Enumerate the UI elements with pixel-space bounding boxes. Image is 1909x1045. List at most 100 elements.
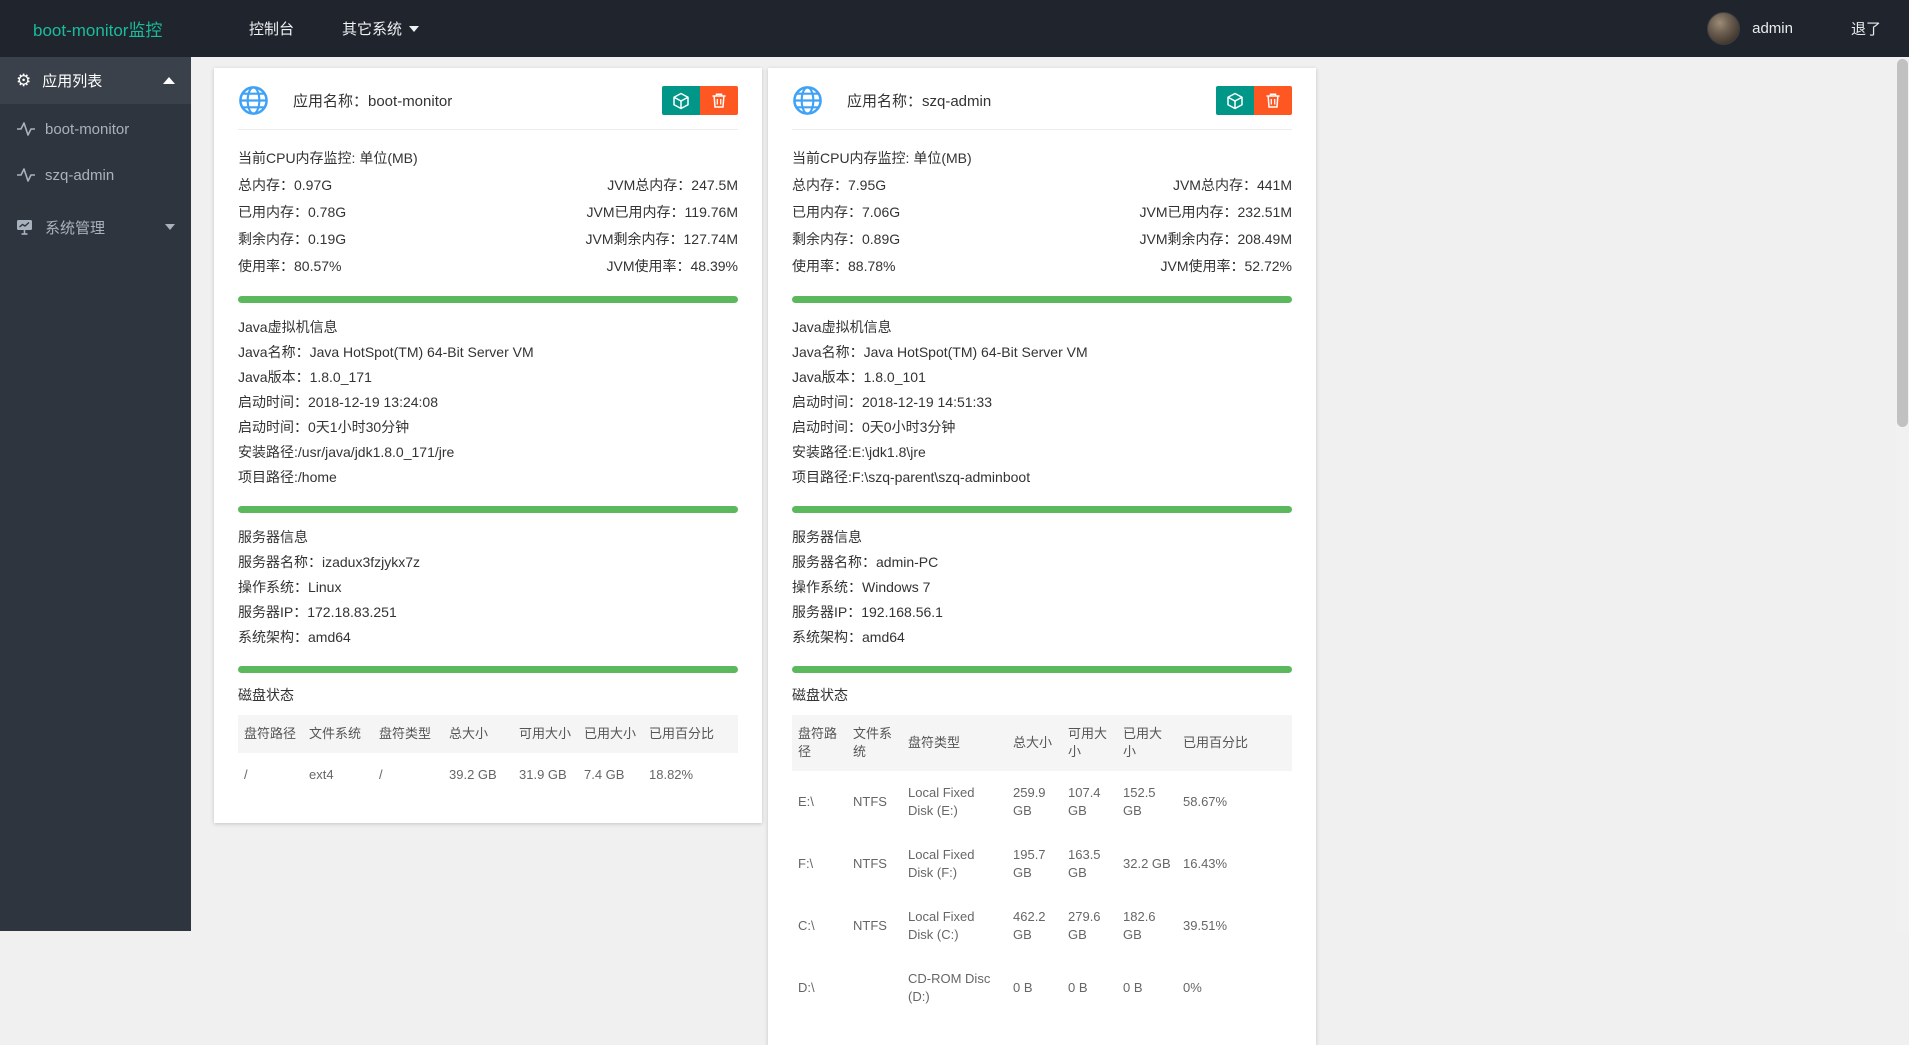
disk-table-row: F:\ NTFS Local Fixed Disk (F:) 195.7 GB 163.… xyxy=(792,833,1292,895)
cpu-memory-row: 剩余内存：0.89G JVM剩余内存：208.49M xyxy=(792,226,1292,253)
disk-table-cell: 58.67% xyxy=(1183,794,1228,809)
memory-usage-bar xyxy=(238,296,738,303)
disk-table-cell: 0% xyxy=(1183,980,1202,995)
jvm-info-line: Java版本：1.8.0_171 xyxy=(238,369,372,385)
app-name-title: 应用名称：boot-monitor xyxy=(293,93,453,110)
disk-table-header-row: 盘符路径 文件系统 盘符类型 总大小 可用大小 已用大小 已用百分比 xyxy=(238,715,738,753)
disk-column-header: 盘符类型 xyxy=(902,715,1007,771)
disk-table-cell: 279.6 GB xyxy=(1068,909,1101,942)
jvm-info-line: 项目路径:F:\szq-parent\szq-adminboot xyxy=(792,469,1031,485)
scrollbar-thumb[interactable] xyxy=(1897,59,1908,427)
sidebar: ⚙ 应用列表 boot-monitor szq-admin 系统管理 xyxy=(0,57,191,931)
top-navbar: boot-monitor监控 控制台 其它系统 admin 退了 xyxy=(0,0,1909,57)
delete-button[interactable] xyxy=(1254,86,1292,115)
app-brand[interactable]: boot-monitor监控 xyxy=(33,16,213,41)
disk-table-cell: 259.9 GB xyxy=(1013,785,1046,818)
server-info-line: 服务器IP：172.18.83.251 xyxy=(238,604,397,620)
sidebar-header-app-list[interactable]: ⚙ 应用列表 xyxy=(0,57,191,104)
jvm-metric: JVM总内存：441M xyxy=(1172,177,1292,193)
gear-icon: ⚙ xyxy=(16,70,32,90)
cpu-memory-row: 已用内存：7.06G JVM已用内存：232.51M xyxy=(792,199,1292,226)
logout-link[interactable]: 退了 xyxy=(1851,18,1881,39)
jvm-info-line: 启动时间：0天1小时30分钟 xyxy=(238,419,410,435)
disk-table-cell: 0 B xyxy=(1123,980,1143,995)
server-divider-bar xyxy=(238,666,738,673)
nav-menu: 控制台 其它系统 xyxy=(225,18,443,39)
app-name-title: 应用名称：szq-admin xyxy=(847,93,992,110)
sidebar-item-system-management[interactable]: 系统管理 xyxy=(0,206,191,248)
nav-item-console-label: 控制台 xyxy=(249,21,295,38)
server-info-line: 操作系统：Linux xyxy=(238,579,342,595)
cpu-memory-rows: 总内存：7.95G JVM总内存：441M 已用内存：7.06G JVM已用内存：23… xyxy=(792,172,1292,280)
jvm-info-line: Java名称：Java HotSpot(TM) 64-Bit Server VM xyxy=(238,344,534,360)
disk-table-cell xyxy=(847,957,902,1019)
pulse-icon xyxy=(17,122,35,136)
sidebar-item-label: boot-monitor xyxy=(45,120,130,138)
server-info-heading: 服务器信息 xyxy=(792,529,862,545)
cpu-memory-rows: 总内存：0.97G JVM总内存：247.5M 已用内存：0.78G JVM已用内存：… xyxy=(238,172,738,280)
memory-metric: 剩余内存：0.89G xyxy=(792,231,901,247)
avatar[interactable] xyxy=(1707,12,1741,45)
jvm-metric: JVM剩余内存：127.74M xyxy=(585,231,738,247)
disk-column-header: 文件系统 xyxy=(847,715,902,771)
server-info-line: 操作系统：Windows 7 xyxy=(792,579,931,595)
memory-metric: 总内存：0.97G xyxy=(238,177,333,193)
chevron-up-icon xyxy=(163,77,175,84)
nav-item-other-systems[interactable]: 其它系统 xyxy=(318,18,443,39)
deploy-button[interactable] xyxy=(662,86,700,115)
disk-table-cell: 195.7 GB xyxy=(1013,847,1046,880)
jvm-info-heading: Java虚拟机信息 xyxy=(238,319,338,335)
cpu-memory-heading: 当前CPU内存监控: 单位(MB) xyxy=(238,150,418,166)
jvm-metric: JVM使用率：48.39% xyxy=(606,258,738,274)
jvm-metric: JVM使用率：52.72% xyxy=(1160,258,1292,274)
disk-table-cell: Local Fixed Disk (C:) xyxy=(908,909,975,942)
disk-column-header: 已用百分比 xyxy=(1177,715,1292,771)
disk-column-header: 总大小 xyxy=(443,715,513,753)
disk-table-cell: NTFS xyxy=(853,794,887,809)
disk-status-heading: 磁盘状态 xyxy=(238,687,294,703)
sidebar-item-szq-admin[interactable]: szq-admin xyxy=(0,154,191,196)
jvm-metric: JVM已用内存：119.76M xyxy=(586,204,738,220)
server-info-line: 系统架构：amd64 xyxy=(238,629,351,645)
server-info-line: 服务器名称：admin-PC xyxy=(792,554,939,570)
disk-table-cell: NTFS xyxy=(853,918,887,933)
cpu-memory-row: 总内存：7.95G JVM总内存：441M xyxy=(792,172,1292,199)
disk-table-cell: 182.6 GB xyxy=(1123,909,1156,942)
disk-column-header: 已用大小 xyxy=(578,715,643,753)
globe-icon xyxy=(239,86,268,115)
server-info-line: 系统架构：amd64 xyxy=(792,629,905,645)
card-actions xyxy=(1216,86,1292,115)
disk-table-cell: Local Fixed Disk (E:) xyxy=(908,785,975,818)
disk-table-row: / ext4 / 39.2 GB 31.9 GB 7.4 GB 18.82% xyxy=(238,753,738,797)
delete-button[interactable] xyxy=(700,86,738,115)
jvm-metric: JVM已用内存：232.51M xyxy=(1139,204,1292,220)
username-label[interactable]: admin xyxy=(1752,20,1793,37)
card-actions xyxy=(662,86,738,115)
jvm-info-line: 启动时间：0天0小时3分钟 xyxy=(792,419,956,435)
disk-table-cell: 462.2 GB xyxy=(1013,909,1046,942)
cpu-memory-row: 使用率：88.78% JVM使用率：52.72% xyxy=(792,253,1292,280)
disk-table-header-row: 盘符路径 文件系统 盘符类型 总大小 可用大小 已用大小 已用百分比 xyxy=(792,715,1292,771)
app-monitor-card: 应用名称：szq-admin 当前CPU内存监控: 单位(MB) 总内存：7.9… xyxy=(768,68,1316,1045)
card-header: 应用名称：boot-monitor xyxy=(238,85,738,130)
disk-table-cell: Local Fixed Disk (F:) xyxy=(908,847,975,880)
disk-table-cell: 16.43% xyxy=(1183,856,1228,871)
trash-icon xyxy=(1266,93,1280,108)
main-content: 应用名称：boot-monitor 当前CPU内存监控: 单位(MB) 总内存：… xyxy=(191,57,1896,1045)
page-scrollbar[interactable] xyxy=(1896,57,1909,931)
memory-metric: 已用内存：0.78G xyxy=(238,204,347,220)
cube-icon xyxy=(673,92,689,109)
disk-column-header: 盘符类型 xyxy=(373,715,443,753)
deploy-button[interactable] xyxy=(1216,86,1254,115)
app-monitor-card: 应用名称：boot-monitor 当前CPU内存监控: 单位(MB) 总内存：… xyxy=(214,68,762,823)
jvm-info-line: 启动时间：2018-12-19 13:24:08 xyxy=(238,394,438,410)
disk-table-cell: / xyxy=(379,767,383,782)
disk-table-cell: 0 B xyxy=(1068,980,1088,995)
disk-column-header: 已用大小 xyxy=(1117,715,1177,771)
sidebar-item-boot-monitor[interactable]: boot-monitor xyxy=(0,108,191,150)
memory-metric: 总内存：7.95G xyxy=(792,177,887,193)
memory-metric: 已用内存：7.06G xyxy=(792,204,901,220)
app-cards: 应用名称：boot-monitor 当前CPU内存监控: 单位(MB) 总内存：… xyxy=(214,68,1316,1045)
server-info-lines: 服务器名称：admin-PC 操作系统：Windows 7 服务器IP：192.16… xyxy=(792,550,1292,650)
nav-item-console[interactable]: 控制台 xyxy=(225,18,318,39)
